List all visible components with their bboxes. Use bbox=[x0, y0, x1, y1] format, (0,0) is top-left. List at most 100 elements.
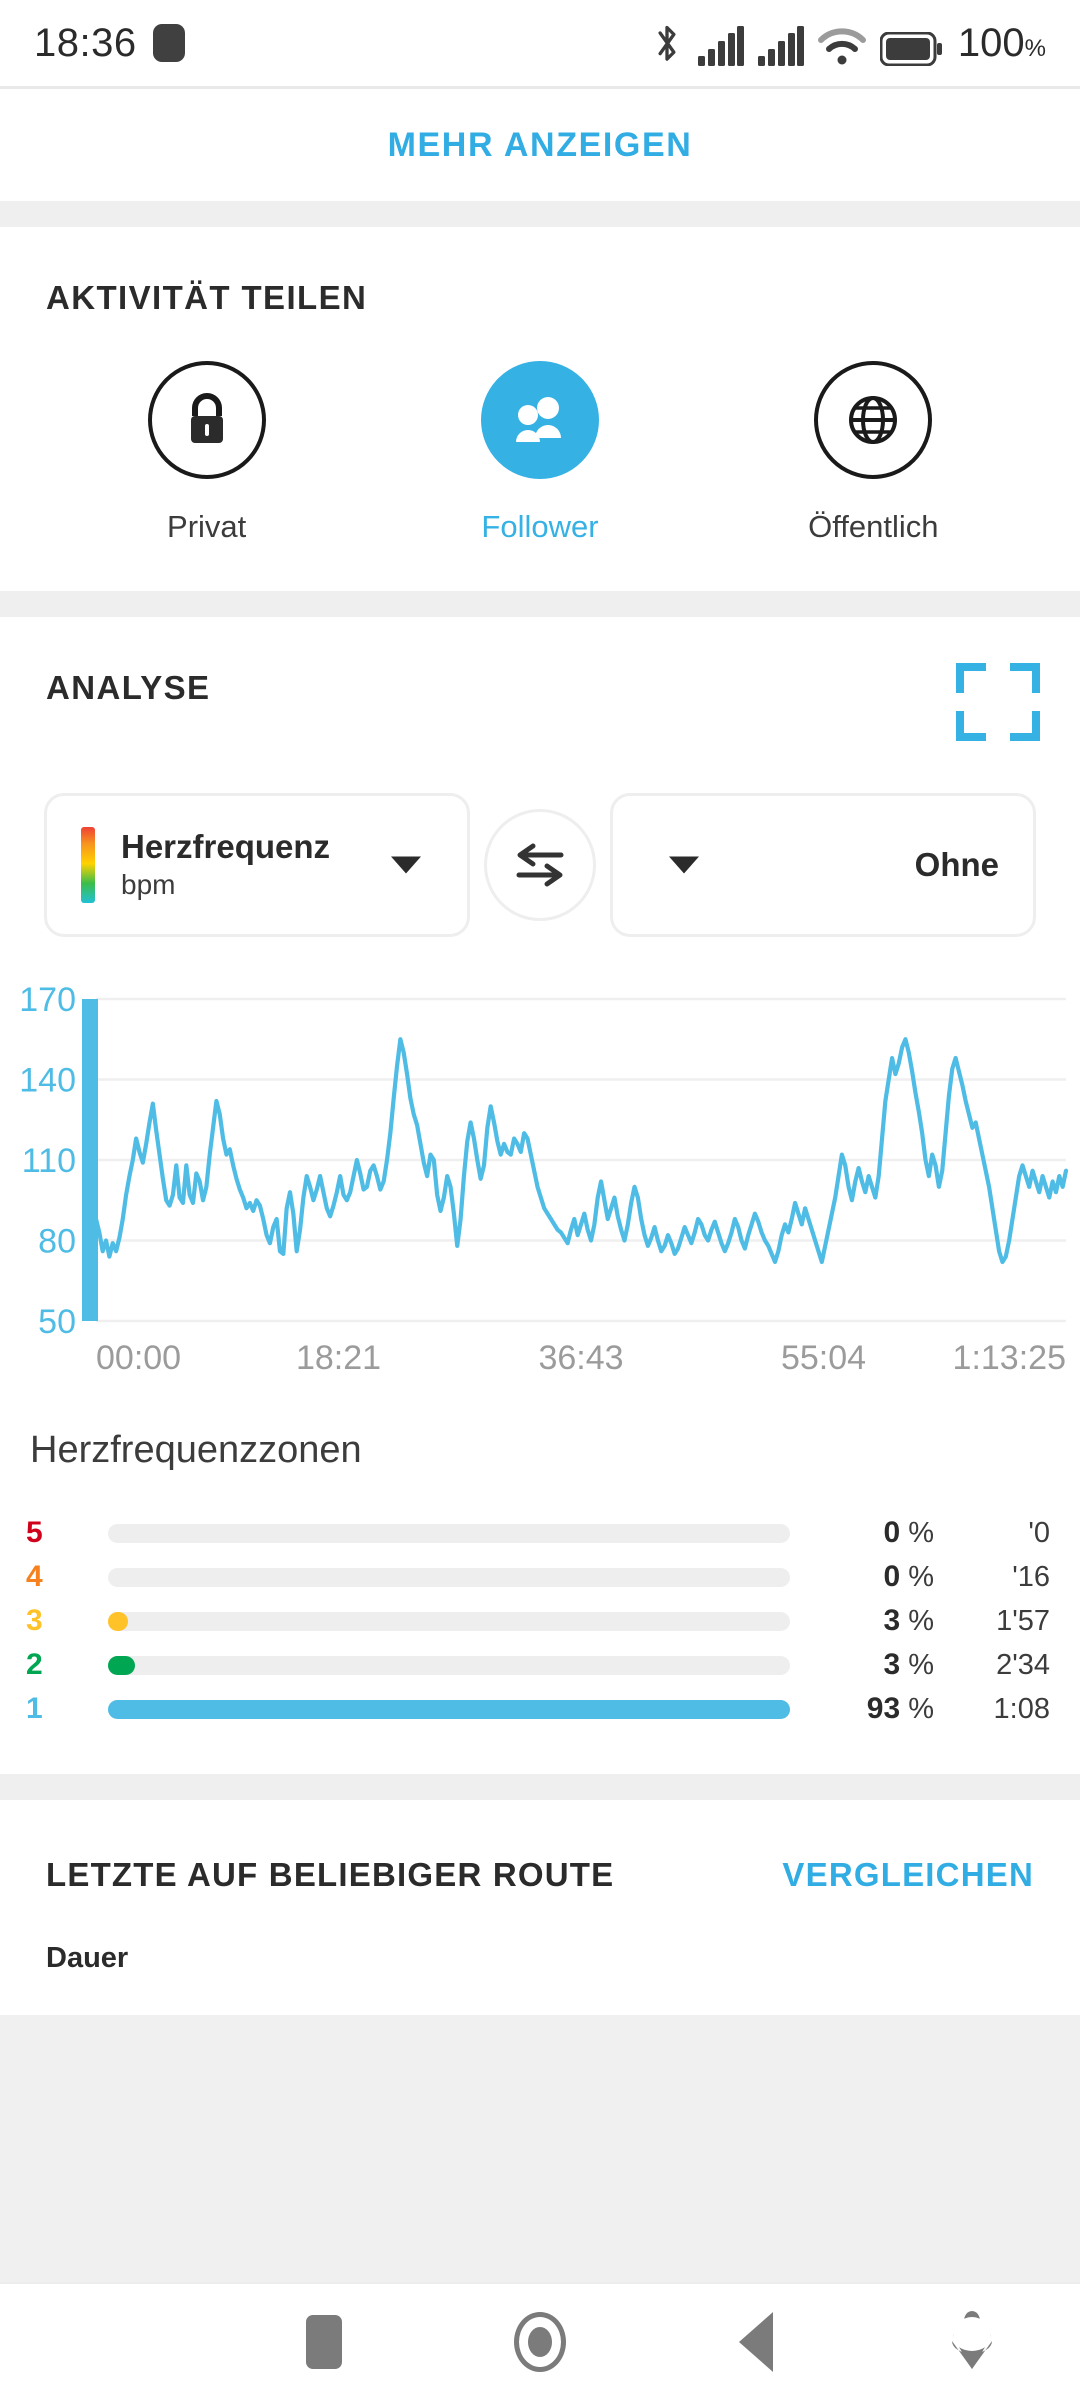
share-option-private-label: Privat bbox=[167, 509, 247, 544]
section-divider-3 bbox=[0, 1774, 1080, 1800]
zone-row: 1 93 % 1:08 bbox=[0, 1690, 1080, 1728]
zones-list: 5 0 % '0 4 0 % '16 3 3 % 1'57 2 3 % 2'34 1 93 % 1:08 bbox=[0, 1514, 1080, 1728]
system-navigation-bar bbox=[0, 2282, 1080, 2400]
zone-time: 1'57 bbox=[996, 1604, 1050, 1637]
primary-metric-unit: bpm bbox=[121, 869, 176, 901]
section-divider-2 bbox=[0, 591, 1080, 617]
zone-row: 3 3 % 1'57 bbox=[0, 1602, 1080, 1640]
zone-bar-fill bbox=[108, 1611, 129, 1631]
chart-series-line bbox=[93, 1037, 1069, 1265]
zone-number: 5 bbox=[26, 1516, 43, 1549]
zone-bar-track bbox=[108, 1611, 790, 1631]
zone-number: 4 bbox=[26, 1560, 43, 1593]
share-section-title: AKTIVITÄT TEILEN bbox=[46, 279, 368, 316]
zone-bar-track bbox=[108, 1523, 790, 1543]
corner-bottom-left bbox=[956, 711, 986, 741]
people-circle bbox=[480, 361, 599, 479]
chart-cursor[interactable] bbox=[82, 999, 98, 1321]
zone-time: '16 bbox=[1012, 1560, 1050, 1593]
wifi-icon bbox=[817, 27, 866, 64]
corner-top-left bbox=[956, 663, 986, 693]
route-column-label: Dauer bbox=[46, 1942, 129, 1974]
collapse-button[interactable] bbox=[864, 2311, 1080, 2373]
zone-number: 2 bbox=[26, 1648, 43, 1681]
analysis-header: ANALYSE bbox=[0, 663, 1080, 741]
analysis-section-title: ANALYSE bbox=[46, 669, 211, 706]
back-button[interactable] bbox=[648, 2312, 864, 2372]
signal-sim2-icon bbox=[757, 25, 804, 66]
square-icon bbox=[306, 2315, 342, 2369]
chart-x-tick-label: 1:13:25 bbox=[953, 1339, 1066, 1377]
lock-icon bbox=[190, 393, 223, 443]
circle-icon bbox=[514, 2312, 566, 2372]
chart-y-tick-label: 50 bbox=[38, 1303, 76, 1341]
zone-bar-fill bbox=[108, 1568, 112, 1587]
zone-time: 1:08 bbox=[993, 1692, 1050, 1725]
zone-row: 2 3 % 2'34 bbox=[0, 1646, 1080, 1684]
metric-selectors: Herzfrequenz bpm Ohne bbox=[0, 793, 1080, 937]
battery-icon bbox=[879, 31, 942, 66]
zone-percent: 93 % bbox=[866, 1692, 934, 1725]
zone-bar-fill bbox=[108, 1524, 112, 1543]
show-more-button[interactable]: MEHR ANZEIGEN bbox=[0, 89, 1080, 201]
route-title: LETZTE AUF BELIEBIGER ROUTE bbox=[46, 1856, 615, 1893]
chart-y-tick-label: 170 bbox=[19, 983, 76, 1019]
share-activity-section: AKTIVITÄT TEILEN Privat Follower Öffentl… bbox=[0, 227, 1080, 591]
zone-row: 5 0 % '0 bbox=[0, 1514, 1080, 1552]
heart-rate-gradient-icon bbox=[81, 827, 95, 903]
status-bar: 18:36 100% bbox=[0, 0, 1080, 86]
share-option-follower-label: Follower bbox=[481, 509, 599, 544]
share-option-public-label: Öffentlich bbox=[808, 509, 939, 544]
last-on-route-section: LETZTE AUF BELIEBIGER ROUTE VERGLEICHEN … bbox=[0, 1800, 1080, 2015]
status-bar-icons: 100% bbox=[650, 21, 1046, 66]
chart-x-tick-label: 55:04 bbox=[781, 1339, 866, 1377]
chart-y-tick-label: 110 bbox=[22, 1142, 76, 1180]
share-option-private[interactable]: Privat bbox=[92, 361, 322, 545]
zone-percent: 0 % bbox=[883, 1516, 934, 1549]
zone-bar-track bbox=[108, 1655, 790, 1675]
compare-button[interactable]: VERGLEICHEN bbox=[782, 1856, 1034, 1894]
primary-metric-text: Herzfrequenz bpm bbox=[121, 826, 330, 904]
home-button[interactable] bbox=[432, 2312, 648, 2372]
zone-bar-track bbox=[108, 1699, 790, 1719]
chart-y-tick-label: 140 bbox=[19, 1062, 76, 1100]
triangle-left-icon bbox=[739, 2312, 773, 2372]
zone-number: 1 bbox=[26, 1692, 43, 1725]
zone-row: 4 0 % '16 bbox=[0, 1558, 1080, 1596]
people-icon bbox=[515, 397, 561, 442]
battery-percent-label: 100% bbox=[957, 20, 1046, 65]
heart-rate-chart[interactable]: 50 80 110 140 170 00:00 18:21 36:43 55:04 1:13:25 bbox=[0, 983, 1080, 1383]
heart-rate-zones-section: Herzfrequenzzonen 5 0 % '0 4 0 % '16 3 3 % 1'57 2… bbox=[0, 1383, 1080, 1774]
chart-y-tick-label: 80 bbox=[38, 1223, 76, 1261]
primary-metric-dropdown[interactable]: Herzfrequenz bpm bbox=[44, 793, 470, 937]
chevron-down-icon-secondary bbox=[669, 856, 699, 874]
share-option-public[interactable]: Öffentlich bbox=[758, 361, 988, 545]
status-bar-clock: 18:36 bbox=[34, 20, 137, 65]
route-header: LETZTE AUF BELIEBIGER ROUTE VERGLEICHEN bbox=[0, 1856, 1080, 1894]
secondary-metric-dropdown[interactable]: Ohne bbox=[610, 793, 1036, 937]
section-divider bbox=[0, 201, 1080, 227]
zone-percent: 3 % bbox=[883, 1648, 934, 1681]
zones-title: Herzfrequenzzonen bbox=[30, 1429, 362, 1471]
lock-circle bbox=[147, 361, 266, 479]
bluetooth-icon bbox=[658, 25, 676, 61]
zone-time: 2'34 bbox=[996, 1648, 1050, 1681]
secondary-metric-name: Ohne bbox=[914, 846, 999, 884]
swap-metrics-button[interactable] bbox=[484, 809, 596, 921]
globe-circle bbox=[814, 361, 933, 479]
zone-bar-fill bbox=[108, 1655, 136, 1675]
chart-x-tick-label: 00:00 bbox=[96, 1339, 181, 1377]
corner-top-right bbox=[1010, 663, 1040, 693]
corner-bottom-right bbox=[1010, 711, 1040, 741]
chevron-down-person-icon bbox=[952, 2311, 992, 2369]
fullscreen-icon[interactable] bbox=[956, 663, 1040, 741]
chevron-down-icon bbox=[391, 856, 421, 874]
chart-x-tick-label: 18:21 bbox=[296, 1339, 381, 1377]
primary-metric-name: Herzfrequenz bbox=[121, 828, 331, 866]
zone-time: '0 bbox=[1028, 1516, 1050, 1549]
app-screen: 18:36 100% MEHR ANZEIGEN AKTIVITÄT TEILE… bbox=[0, 0, 1080, 2400]
show-more-label: MEHR ANZEIGEN bbox=[387, 125, 693, 164]
share-option-follower[interactable]: Follower bbox=[425, 361, 655, 545]
analysis-section: ANALYSE Herzfrequenz bpm Ohne 50 80 110 … bbox=[0, 617, 1080, 1383]
recents-button[interactable] bbox=[216, 2315, 432, 2369]
